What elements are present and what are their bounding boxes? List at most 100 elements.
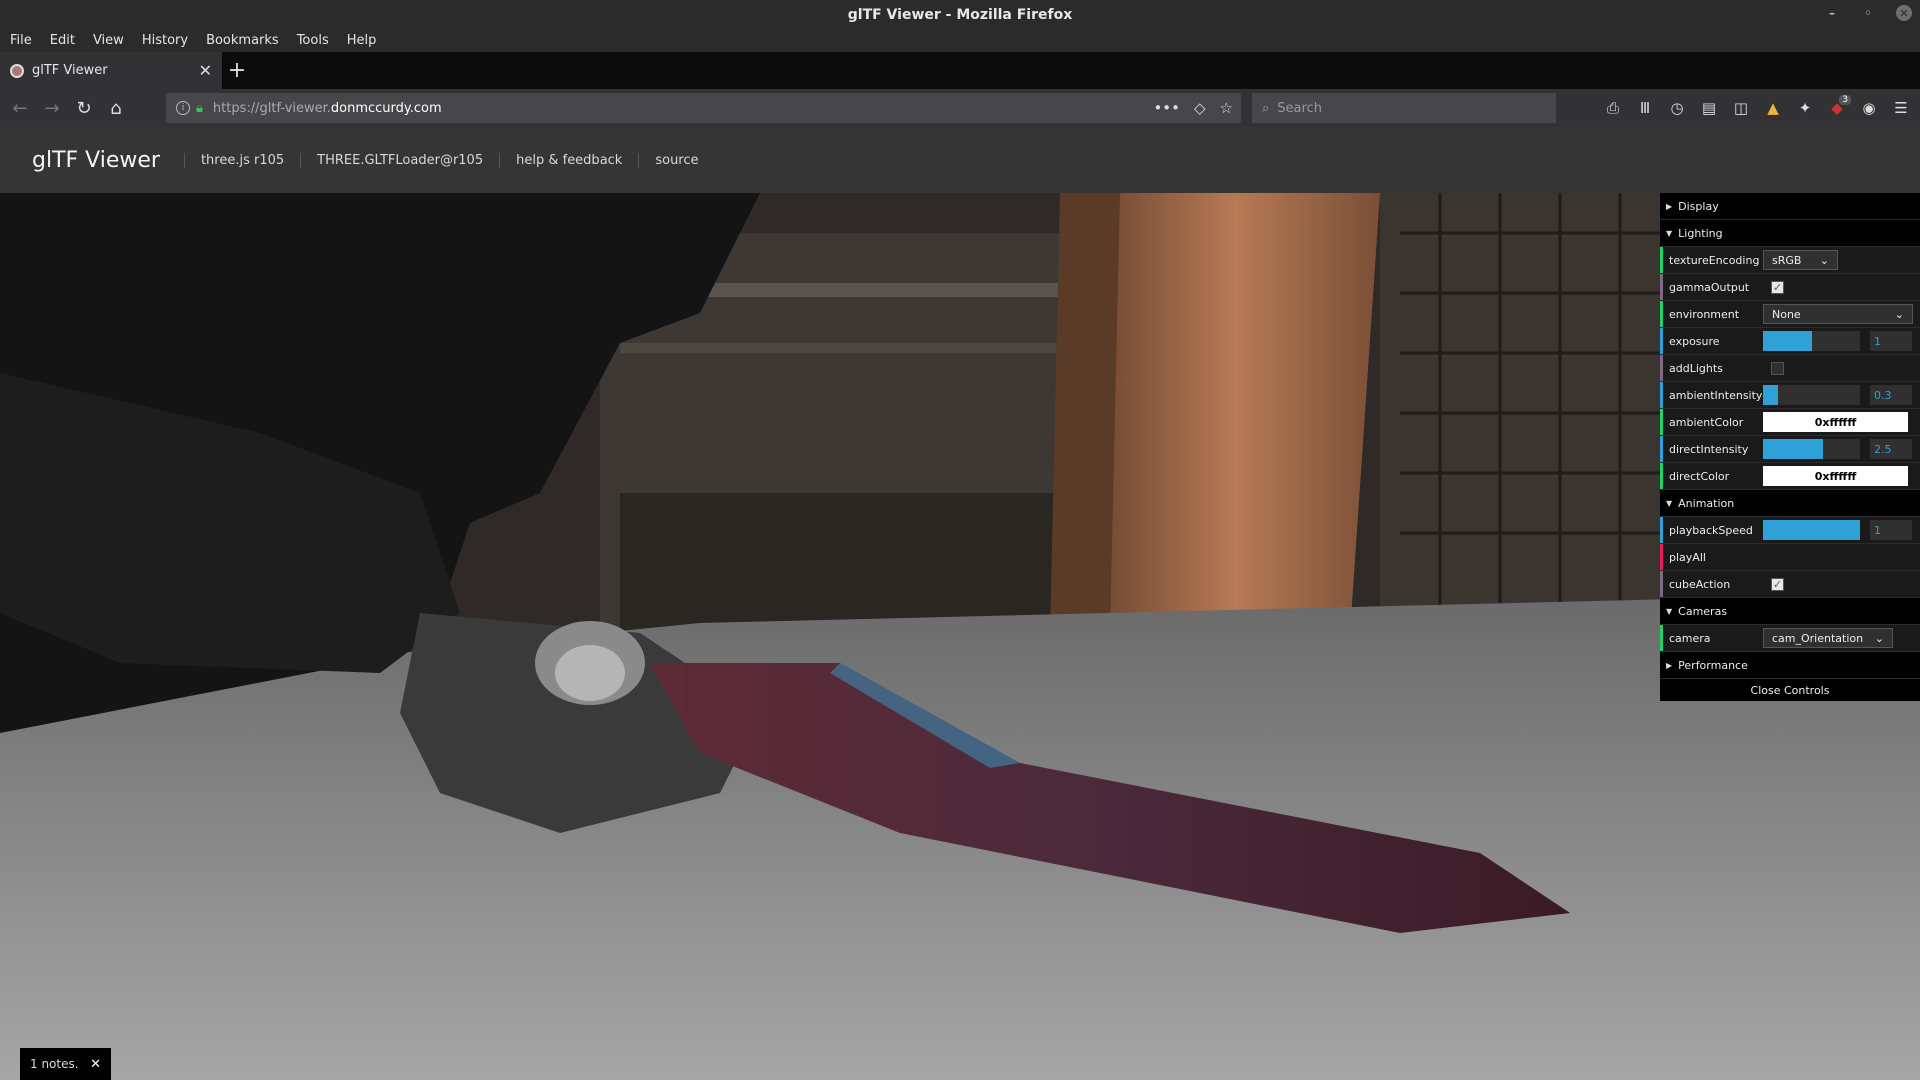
search-bar[interactable]: ⌕ <box>1252 93 1556 123</box>
environment-select[interactable]: None ⌄ <box>1763 304 1913 324</box>
toolbar-icons: ⎙ Ⅲ ◷ ▤ ◫ ▲ ✦ ◆ 3 ◉ ☰ <box>1602 93 1912 123</box>
camera-value: cam_Orientation <box>1772 631 1864 645</box>
bookmark-star-icon[interactable]: ☆ <box>1220 99 1233 117</box>
gamma-output-label: gammaOutput <box>1669 280 1750 294</box>
sidebar-icon[interactable]: ◫ <box>1730 93 1752 123</box>
direct-color-field[interactable]: 0xffffff <box>1763 466 1908 486</box>
menu-bookmarks[interactable]: Bookmarks <box>206 33 279 48</box>
print-icon[interactable]: ⎙ <box>1602 93 1624 123</box>
info-icon[interactable]: i <box>176 101 190 115</box>
window-controls: – ◦ ✕ <box>1824 5 1912 21</box>
help-feedback-link[interactable]: help & feedback <box>499 152 638 168</box>
search-icon: ⌕ <box>1262 100 1270 116</box>
menu-file[interactable]: File <box>10 33 32 48</box>
tab-close-icon[interactable]: ✕ <box>199 61 212 80</box>
page-actions-icon[interactable]: ••• <box>1153 99 1180 117</box>
exposure-slider[interactable] <box>1763 331 1860 351</box>
exposure-label: exposure <box>1669 334 1720 348</box>
ambient-intensity-value[interactable]: 0.3 <box>1870 385 1912 405</box>
ambient-color-field[interactable]: 0xffffff <box>1763 412 1908 432</box>
direct-intensity-slider[interactable] <box>1763 439 1860 459</box>
minimize-icon[interactable]: – <box>1824 5 1840 21</box>
menubar: File Edit View History Bookmarks Tools H… <box>0 29 1920 52</box>
playback-speed-value[interactable]: 1 <box>1870 520 1912 540</box>
controls-panel: ▶ Display ▼ Lighting textureEncoding sRG… <box>1660 193 1920 701</box>
gamma-output-checkbox[interactable]: ✓ <box>1771 280 1784 294</box>
row-cube-action: cubeAction ✓ <box>1660 571 1920 598</box>
hamburger-menu-icon[interactable]: ☰ <box>1890 93 1912 123</box>
tab-gltf-viewer[interactable]: glTF Viewer ✕ <box>0 52 222 89</box>
close-icon[interactable]: ✕ <box>1896 5 1912 21</box>
library-icon[interactable]: Ⅲ <box>1634 93 1656 123</box>
texture-encoding-select[interactable]: sRGB ⌄ <box>1763 250 1838 270</box>
folder-performance[interactable]: ▶ Performance <box>1660 652 1920 679</box>
url-bar[interactable]: i 🔒︎ https://gltf-viewer.donmccurdy.com … <box>166 93 1241 123</box>
expanded-triangle-icon: ▼ <box>1666 498 1673 508</box>
row-ambient-intensity: ambientIntensity 0.3 <box>1660 382 1920 409</box>
row-direct-color: directColor 0xffffff <box>1660 463 1920 490</box>
close-controls-button[interactable]: Close Controls <box>1660 679 1920 701</box>
3d-viewport[interactable] <box>0 193 1920 1080</box>
new-tab-button[interactable]: + <box>222 52 252 89</box>
chevron-down-icon: ⌄ <box>1819 253 1829 267</box>
play-all-button[interactable]: playAll <box>1663 551 1763 564</box>
folder-display[interactable]: ▶ Display <box>1660 193 1920 220</box>
playback-speed-label: playbackSpeed <box>1669 523 1753 537</box>
folder-lighting[interactable]: ▼ Lighting <box>1660 220 1920 247</box>
add-lights-checkbox[interactable] <box>1771 361 1784 375</box>
playback-speed-slider[interactable] <box>1763 520 1860 540</box>
url-prefix: https://gltf-viewer. <box>212 100 331 116</box>
menu-edit[interactable]: Edit <box>50 33 75 48</box>
collapsed-triangle-icon: ▶ <box>1666 201 1673 211</box>
search-input[interactable] <box>1277 100 1538 116</box>
environment-value: None <box>1772 307 1801 321</box>
camera-select[interactable]: cam_Orientation ⌄ <box>1763 628 1893 648</box>
expanded-triangle-icon: ▼ <box>1666 228 1673 238</box>
direct-intensity-value[interactable]: 2.5 <box>1870 439 1912 459</box>
pocket-icon[interactable]: ◇ <box>1194 99 1206 117</box>
url-text[interactable]: https://gltf-viewer.donmccurdy.com <box>213 101 442 116</box>
ambient-color-label: ambientColor <box>1669 415 1744 429</box>
playback-speed-control: 1 <box>1763 517 1920 543</box>
back-icon[interactable]: ← <box>4 92 36 124</box>
texture-encoding-control: sRGB ⌄ <box>1763 247 1920 273</box>
history-icon[interactable]: ◷ <box>1666 93 1688 123</box>
row-play-all[interactable]: playAll <box>1660 544 1920 571</box>
reload-icon[interactable]: ↻ <box>68 92 100 124</box>
extension-flame-icon[interactable]: ▲ <box>1762 93 1784 123</box>
folder-display-label: Display <box>1678 199 1719 213</box>
ublock-icon[interactable]: ◆ 3 <box>1826 93 1851 123</box>
reader-icon[interactable]: ▤ <box>1698 93 1720 123</box>
row-gamma-output: gammaOutput ✓ <box>1660 274 1920 301</box>
chevron-down-icon: ⌄ <box>1874 631 1884 645</box>
close-icon[interactable]: ✕ <box>90 1057 101 1072</box>
texture-encoding-label: textureEncoding <box>1669 253 1760 267</box>
gltfloader-version-link[interactable]: THREE.GLTFLoader@r105 <box>300 152 499 168</box>
folder-animation[interactable]: ▼ Animation <box>1660 490 1920 517</box>
direct-intensity-label: directIntensity <box>1669 442 1749 456</box>
lock-icon[interactable]: 🔒︎ <box>196 101 203 116</box>
favicon-icon <box>10 63 24 78</box>
exposure-value[interactable]: 1 <box>1870 331 1912 351</box>
camera-control: cam_Orientation ⌄ <box>1763 625 1920 651</box>
forward-icon[interactable]: → <box>36 92 68 124</box>
row-camera: camera cam_Orientation ⌄ <box>1660 625 1920 652</box>
row-playback-speed: playbackSpeed 1 <box>1660 517 1920 544</box>
account-icon[interactable]: ◉ <box>1858 93 1880 123</box>
menu-tools[interactable]: Tools <box>297 33 329 48</box>
menu-history[interactable]: History <box>142 33 188 48</box>
home-icon[interactable]: ⌂ <box>100 92 132 124</box>
row-ambient-color: ambientColor 0xffffff <box>1660 409 1920 436</box>
extension-puzzle-icon[interactable]: ✦ <box>1794 93 1816 123</box>
ambient-intensity-slider[interactable] <box>1763 385 1860 405</box>
menu-view[interactable]: View <box>93 33 124 48</box>
cube-action-checkbox[interactable]: ✓ <box>1771 577 1784 591</box>
folder-cameras[interactable]: ▼ Cameras <box>1660 598 1920 625</box>
folder-performance-label: Performance <box>1678 658 1748 672</box>
menu-help[interactable]: Help <box>347 33 377 48</box>
threejs-version-link[interactable]: three.js r105 <box>183 152 300 168</box>
row-add-lights: addLights <box>1660 355 1920 382</box>
source-link[interactable]: source <box>638 152 714 168</box>
add-lights-control <box>1763 355 1920 381</box>
maximize-icon[interactable]: ◦ <box>1860 5 1876 21</box>
